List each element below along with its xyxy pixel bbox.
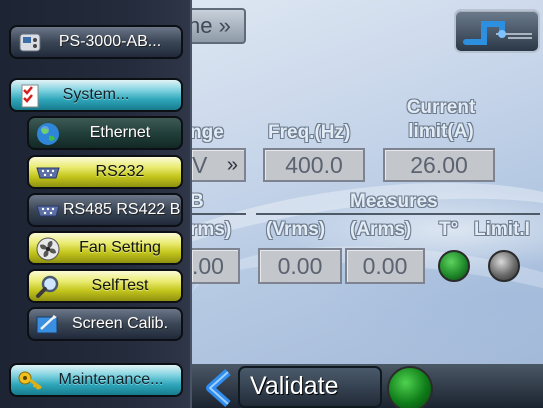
- partial-measure-field: .00: [190, 248, 240, 284]
- menu-item-label: Fan Setting: [79, 239, 161, 256]
- serial-port-icon: [36, 205, 60, 217]
- link-button[interactable]: [454, 9, 540, 53]
- tab-range-label: ne »: [188, 13, 231, 38]
- vrms-field: 0.00: [258, 248, 342, 284]
- device-button[interactable]: PS-3000-AB...: [9, 25, 183, 59]
- validate-button[interactable]: Validate: [238, 366, 382, 408]
- globe-icon: [37, 123, 59, 145]
- arms-field: 0.00: [345, 248, 425, 284]
- frequency-header: Freq.(Hz): [268, 122, 351, 143]
- frequency-field[interactable]: 400.0: [263, 148, 365, 182]
- menu-item-label: RS485 RS422 B: [63, 201, 181, 218]
- maintenance-button[interactable]: Maintenance...: [9, 363, 183, 397]
- cable-link-icon: [463, 21, 532, 45]
- voltage-field[interactable]: V »: [190, 148, 246, 182]
- menu-item-rs232[interactable]: RS232: [27, 155, 183, 189]
- b-header: B: [190, 191, 204, 212]
- device-button-label: PS-3000-AB...: [58, 33, 162, 50]
- menu-item-rs485-rs422[interactable]: RS485 RS422 B: [27, 193, 183, 227]
- range-header: nge: [190, 122, 224, 143]
- magnifier-icon: [36, 275, 59, 298]
- chevron-left-icon[interactable]: [200, 368, 240, 408]
- menu-item-ethernet[interactable]: Ethernet: [27, 116, 183, 150]
- menu-item-label: Ethernet: [89, 124, 151, 141]
- temperature-header: T°: [439, 219, 459, 240]
- voltage-value: V: [192, 152, 208, 178]
- side-menu: PS-3000-AB... System... Ethernet RS232 R…: [0, 0, 192, 408]
- arms-partial-header: rms): [190, 219, 232, 240]
- arms-header: (Arms): [350, 219, 412, 240]
- vrms-header: (Vrms): [266, 219, 326, 240]
- range-arrow-icon[interactable]: »: [227, 150, 238, 180]
- current-limit-header-line1: Current: [406, 97, 476, 118]
- measures-divider: [256, 213, 540, 215]
- menu-item-label: Screen Calib.: [71, 315, 169, 332]
- menu-item-fan-setting[interactable]: Fan Setting: [27, 231, 183, 265]
- system-button-label: System...: [62, 86, 130, 103]
- system-button[interactable]: System...: [9, 78, 183, 112]
- limit-led: [488, 250, 520, 282]
- current-limit-header-line2: limit(A): [408, 121, 474, 142]
- measures-header: Measures: [350, 191, 438, 212]
- current-limit-field[interactable]: 26.00: [383, 148, 495, 182]
- menu-item-screen-calib[interactable]: Screen Calib.: [27, 307, 183, 341]
- menu-item-label: SelfTest: [91, 277, 149, 294]
- screen-calibration-icon: [36, 315, 58, 334]
- content-background: [81, 0, 543, 408]
- fan-icon: [36, 237, 60, 261]
- serial-port-icon: [36, 167, 60, 179]
- key-icon: [18, 371, 42, 390]
- menu-item-label: RS232: [95, 163, 145, 180]
- limit-header: Limit.I: [474, 219, 530, 240]
- screen: ne » nge Freq.(Hz) Current limit(A) V » …: [0, 0, 543, 408]
- current-limit-header: Current limit(A): [396, 96, 486, 144]
- header-divider: [190, 213, 246, 215]
- status-led: [387, 366, 433, 408]
- menu-item-selftest[interactable]: SelfTest: [27, 269, 183, 303]
- maintenance-button-label: Maintenance...: [58, 371, 164, 388]
- temperature-led: [438, 250, 470, 282]
